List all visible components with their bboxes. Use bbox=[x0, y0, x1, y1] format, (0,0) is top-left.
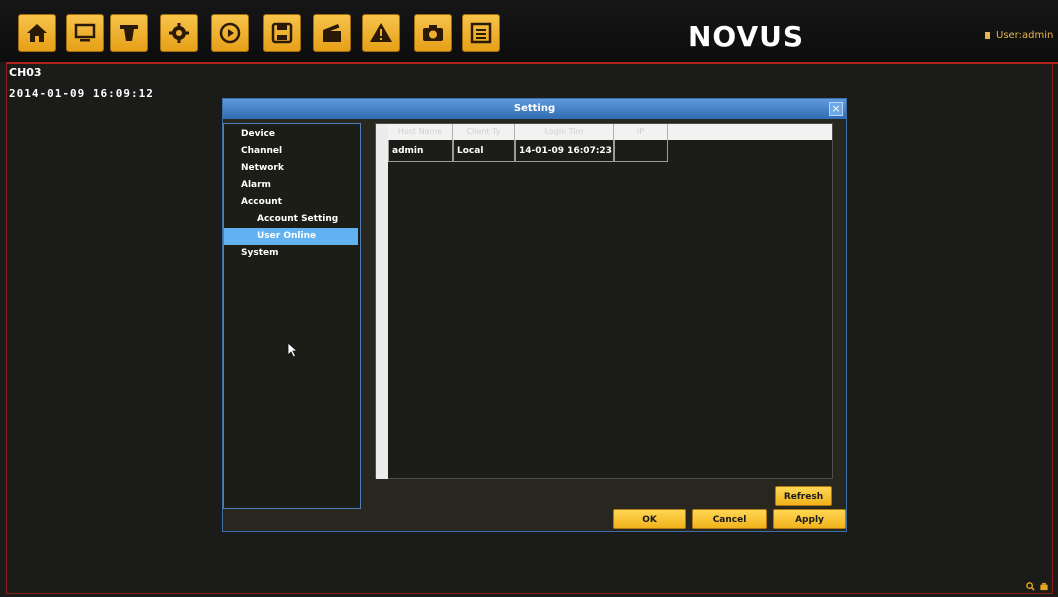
monitor-button[interactable] bbox=[66, 14, 104, 52]
channel-label: CH03 bbox=[9, 66, 42, 79]
user-label: User:admin bbox=[996, 30, 1054, 41]
settings-button[interactable] bbox=[160, 14, 198, 52]
sidebar-item-alarm[interactable]: Alarm bbox=[224, 177, 358, 194]
novus-logo: NOVUS bbox=[688, 20, 805, 53]
column-host-name[interactable]: Host Name bbox=[388, 124, 453, 140]
gear-icon bbox=[169, 23, 189, 43]
snapshot-button[interactable] bbox=[414, 14, 452, 52]
camera-small-icon[interactable] bbox=[1039, 582, 1049, 591]
close-button[interactable]: × bbox=[829, 102, 843, 116]
sidebar-item-channel[interactable]: Channel bbox=[224, 143, 358, 160]
home-button[interactable] bbox=[18, 14, 56, 52]
photo-camera-icon bbox=[423, 25, 443, 41]
sidebar-item-user-online[interactable]: User Online bbox=[224, 228, 358, 245]
play-icon bbox=[219, 22, 241, 44]
log-button[interactable] bbox=[462, 14, 500, 52]
table-row-selector[interactable] bbox=[376, 124, 388, 479]
list-icon bbox=[470, 22, 492, 44]
setting-dialog: Setting × Device Channel Network Alarm A… bbox=[222, 98, 847, 532]
ok-button[interactable]: OK bbox=[613, 509, 686, 529]
user-online-table: Host Name Client Ty Login Tim IP admin L… bbox=[375, 123, 833, 479]
home-icon bbox=[27, 24, 47, 42]
cell-login-time[interactable]: 14-01-09 16:07:23 bbox=[515, 140, 614, 162]
alarm-button[interactable] bbox=[362, 14, 400, 52]
clapper-icon bbox=[323, 24, 341, 42]
sidebar-item-system[interactable]: System bbox=[224, 245, 358, 262]
user-icon bbox=[985, 32, 990, 39]
camera-icon bbox=[120, 25, 138, 41]
sidebar-item-network[interactable]: Network bbox=[224, 160, 358, 177]
settings-sidebar: Device Channel Network Alarm Account Acc… bbox=[223, 123, 361, 509]
cell-host-name[interactable]: admin bbox=[388, 140, 453, 162]
dialog-title: Setting bbox=[223, 99, 846, 119]
column-login-time[interactable]: Login Tim bbox=[515, 124, 614, 140]
osd-datetime: 2014-01-09 16:09:12 bbox=[9, 87, 154, 100]
warning-icon bbox=[370, 23, 392, 42]
sidebar-item-account[interactable]: Account bbox=[224, 194, 358, 211]
cell-ip[interactable] bbox=[614, 140, 668, 162]
camera-button[interactable] bbox=[110, 14, 148, 52]
column-ip[interactable]: IP bbox=[614, 124, 668, 140]
cell-client-type[interactable]: Local bbox=[453, 140, 515, 162]
mouse-cursor-icon bbox=[287, 342, 299, 358]
table-header: Host Name Client Ty Login Tim IP bbox=[388, 124, 832, 140]
user-info: User:admin bbox=[985, 30, 1053, 41]
sidebar-item-device[interactable]: Device bbox=[224, 126, 358, 143]
top-toolbar bbox=[0, 0, 1058, 62]
zoom-icon[interactable] bbox=[1026, 582, 1035, 591]
corner-icons bbox=[1026, 582, 1049, 591]
playback-button[interactable] bbox=[211, 14, 249, 52]
sidebar-item-account-setting[interactable]: Account Setting bbox=[224, 211, 358, 228]
save-icon bbox=[271, 22, 293, 44]
apply-button[interactable]: Apply bbox=[773, 509, 846, 529]
monitor-icon bbox=[74, 23, 96, 42]
refresh-button[interactable]: Refresh bbox=[775, 486, 832, 506]
record-button[interactable] bbox=[313, 14, 351, 52]
backup-button[interactable] bbox=[263, 14, 301, 52]
column-client-type[interactable]: Client Ty bbox=[453, 124, 515, 140]
close-icon: × bbox=[831, 102, 841, 115]
cancel-button[interactable]: Cancel bbox=[692, 509, 767, 529]
